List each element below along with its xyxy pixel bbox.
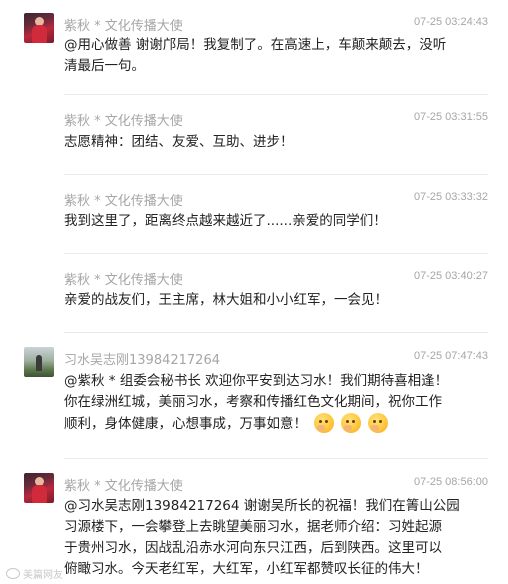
comment-timestamp: 07-25 03:40:27 (413, 270, 488, 282)
comment-text-line: @习水吴志刚13984217264 谢谢吴所长的祝福！我们在箐山公园 (64, 498, 460, 514)
comment-timestamp: 07-25 03:31:55 (413, 111, 488, 123)
comment-timestamp: 07-25 08:56:00 (413, 476, 488, 488)
comment-text-line: 于贵州习水，因战乱沿赤水河向东只江西，后到陕西。这里可以 (64, 540, 442, 556)
comment-username[interactable]: 紫秋 * 文化传播大使 (64, 190, 183, 209)
comment-divider (64, 174, 488, 175)
comment-text-line: 清最后一句。 (64, 58, 145, 74)
comment-username[interactable]: 紫秋 * 文化传播大使 (64, 475, 183, 494)
avatar[interactable] (24, 13, 54, 43)
comment-divider (64, 458, 488, 459)
comment-text-line: @用心做善 谢谢邝局！我复制了。在高速上，车颠来颠去，没听 (64, 37, 447, 53)
comment-divider (64, 253, 488, 254)
comment-text-line: 你在绿洲红城，美丽习水，考察和传播红色文化期间，祝你工作 (64, 394, 442, 410)
comment-text: 志愿精神：团结、友爱、互助、进步！ (64, 132, 492, 153)
comment-username[interactable]: 习水吴志刚13984217264 (64, 349, 220, 368)
comment-username[interactable]: 紫秋 * 文化传播大使 (64, 15, 183, 34)
watermark-text: 美篇网友 (23, 570, 63, 581)
comment-text-line: 亲爱的战友们，王主席，林大姐和小小红军，一会见！ (64, 292, 388, 308)
comment-divider (64, 332, 488, 333)
comment-text-line: 习源楼下，一会攀登上去眺望美丽习水，据老师介绍：习姓起源 (64, 519, 442, 535)
comment-timestamp: 07-25 07:47:43 (413, 350, 488, 362)
comment-text-line: @紫秋 * 组委会秘书长 欢迎你平安到达习水！我们期待喜相逢！ (64, 373, 449, 389)
comment-username[interactable]: 紫秋 * 文化传播大使 (64, 110, 183, 129)
avatar[interactable] (24, 473, 54, 503)
comment-timestamp: 07-25 03:33:32 (413, 191, 488, 203)
laughing-face-emoji (368, 413, 388, 433)
comment-text: 亲爱的战友们，王主席，林大姐和小小红军，一会见！ (64, 290, 492, 311)
comment-text-line-with-emoji: 顺利，身体健康，心想事成，万事如意！ (64, 413, 492, 435)
comment-text-line: 俯瞰习水。今天老红军，大红军，小红军都赞叹长征的伟大！ (64, 561, 429, 577)
comment-divider (64, 94, 488, 95)
watermark-logo-icon (6, 568, 20, 579)
laughing-face-emoji (341, 413, 361, 433)
comment-text: @紫秋 * 组委会秘书长 欢迎你平安到达习水！我们期待喜相逢！ 你在绿洲红城，美… (64, 371, 492, 435)
avatar[interactable] (24, 347, 54, 377)
comment-text-line: 我到这里了，距离终点越来越近了......亲爱的同学们！ (64, 213, 387, 229)
watermark: 美篇网友 (6, 566, 63, 581)
comment-text-line: 顺利，身体健康，心想事成，万事如意！ (64, 416, 307, 432)
laughing-face-emoji (314, 413, 334, 433)
comment-text: @用心做善 谢谢邝局！我复制了。在高速上，车颠来颠去，没听 清最后一句。 (64, 35, 492, 77)
comment-text: 我到这里了，距离终点越来越近了......亲爱的同学们！ (64, 211, 492, 232)
comment-text-line: 志愿精神：团结、友爱、互助、进步！ (64, 134, 294, 150)
comment-username[interactable]: 紫秋 * 文化传播大使 (64, 269, 183, 288)
comment-text: @习水吴志刚13984217264 谢谢吴所长的祝福！我们在箐山公园 习源楼下，… (64, 496, 492, 580)
comment-timestamp: 07-25 03:24:43 (413, 16, 488, 28)
